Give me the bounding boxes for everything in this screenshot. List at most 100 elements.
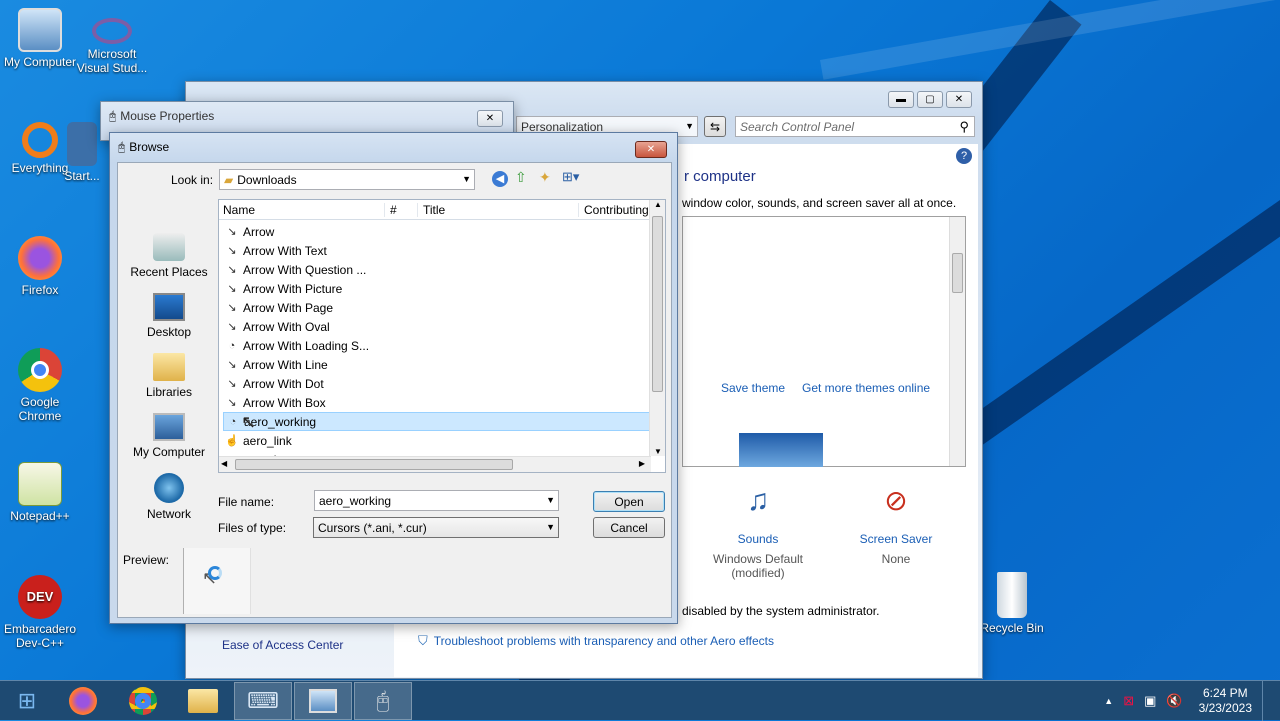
place-my-computer[interactable]: My Computer <box>120 413 218 459</box>
desktop-icon-dev-cpp[interactable]: DEV Embarcadero Dev-C++ <box>0 575 80 650</box>
file-type-select[interactable]: Cursors (*.ani, *.cur) ▼ <box>313 517 559 538</box>
help-icon[interactable]: ? <box>956 148 972 164</box>
desktop-icon-label: Embarcadero Dev-C++ <box>3 622 77 650</box>
desktop-icon-label: Notepad++ <box>10 509 70 523</box>
refresh-button[interactable]: ⇆ <box>704 116 726 137</box>
file-name-input[interactable]: aero_working ▼ <box>314 490 559 511</box>
taskbar-explorer[interactable] <box>174 682 232 720</box>
file-list-item[interactable]: ↘ Arrow With Page <box>223 298 653 317</box>
spinner-icon <box>208 566 222 580</box>
file-list-item[interactable]: ↘ Arrow <box>223 222 653 241</box>
vertical-scrollbar[interactable]: ▲ ▼ <box>649 200 665 456</box>
screensaver-value: None <box>881 552 911 566</box>
new-folder-icon[interactable]: ✦ <box>539 169 551 186</box>
chevron-down-icon: ▼ <box>546 495 555 505</box>
place-network[interactable]: Network <box>120 473 218 521</box>
chrome-icon <box>129 686 157 715</box>
sounds-item[interactable]: ♫ Sounds Windows Default (modified) <box>710 484 806 580</box>
taskbar-control-panel[interactable] <box>294 681 352 720</box>
desktop-icon-recycle-bin[interactable]: Recycle Bin <box>972 572 1052 635</box>
column-contributing[interactable]: Contributing <box>578 203 649 217</box>
taskbar-firefox[interactable] <box>54 682 112 720</box>
file-list-item[interactable]: ◔ aero_working <box>223 412 653 431</box>
cursor-file-icon: ↘ <box>227 264 237 276</box>
file-name: Arrow With Line <box>243 357 328 372</box>
minimize-button[interactable]: ▬ <box>888 91 914 108</box>
theme-thumbnail[interactable] <box>739 433 823 467</box>
desktop-icon-notepad-plus-plus[interactable]: Notepad++ <box>0 462 80 523</box>
troubleshoot-link[interactable]: ⛉ Troubleshoot problems with transparenc… <box>418 633 774 649</box>
horizontal-scrollbar[interactable]: ◀ ▶ <box>219 456 651 472</box>
taskbar-chrome[interactable] <box>114 682 172 720</box>
up-folder-icon[interactable]: ⇧ <box>515 169 527 186</box>
maximize-button[interactable]: ▢ <box>917 91 943 108</box>
desktop-icon-visual-studio[interactable]: Microsoft Visual Stud... <box>72 8 152 75</box>
notepad-plus-plus-icon <box>18 462 62 506</box>
close-button[interactable]: ✕ <box>477 110 503 127</box>
column-title[interactable]: Title <box>417 203 577 217</box>
action-center-icon[interactable]: ▣ <box>1144 693 1156 709</box>
file-name: Arrow With Box <box>243 395 326 410</box>
mouse-icon: 🖰 <box>109 108 117 123</box>
sidebar-item-ease-of-access[interactable]: Ease of Access Center <box>222 638 343 652</box>
file-name: Arrow With Text <box>243 243 327 258</box>
file-list-item[interactable]: ↘ Arrow With Dot <box>223 374 653 393</box>
window-controls: ▬ ▢ ✕ <box>885 91 972 108</box>
desktop-icon-start[interactable]: Start... <box>60 122 104 183</box>
file-list-item[interactable]: ↘ Arrow With Picture <box>223 279 653 298</box>
clock[interactable]: 6:24 PM 3/23/2023 <box>1199 686 1252 716</box>
back-icon[interactable]: ◀ <box>492 171 508 187</box>
cursor-file-icon: ↘ <box>227 302 237 314</box>
desktop-icon-chrome[interactable]: Google Chrome <box>0 348 80 423</box>
file-list-item[interactable]: ↘ Arrow With Box <box>223 393 653 412</box>
screensaver-item[interactable]: ⊘ Screen Saver None <box>848 484 944 566</box>
file-list-item[interactable]: ↘ Arrow With Line <box>223 355 653 374</box>
file-name: Arrow With Page <box>243 300 334 315</box>
search-placeholder: Search Control Panel <box>740 119 855 134</box>
taskbar-keyboard[interactable]: ⌨ <box>234 681 292 720</box>
disabled-note: disabled by the system administrator. <box>682 604 880 618</box>
show-desktop-button[interactable] <box>1262 681 1270 721</box>
mouse-pointer: ↖ <box>241 412 257 432</box>
mouse-icon: 🖰 <box>376 687 390 713</box>
scrollbar[interactable] <box>949 217 965 466</box>
file-list-item[interactable]: ↘ Arrow With Question ... <box>223 260 653 279</box>
file-list-item[interactable]: ↘ Arrow With Oval <box>223 317 653 336</box>
save-theme-link[interactable]: Save theme <box>721 381 785 395</box>
dev-cpp-icon: DEV <box>18 575 62 619</box>
search-input[interactable]: Search Control Panel ⚲ <box>735 116 975 137</box>
desktop-icon-firefox[interactable]: Firefox <box>0 236 80 297</box>
file-list-item[interactable]: ↘ Arrow With Text <box>223 241 653 260</box>
taskbar: ⊞ ⌨ 🖰 ▲ ⊠ ▣ 🔇 6:24 PM 3/23/2023 <box>0 680 1280 721</box>
more-themes-link[interactable]: Get more themes online <box>802 381 930 395</box>
cancel-button[interactable]: Cancel <box>593 517 665 538</box>
volume-muted-icon[interactable]: 🔇 <box>1166 693 1182 709</box>
close-button[interactable]: ✕ <box>635 141 667 158</box>
file-name: Arrow With Dot <box>243 376 324 391</box>
firefox-icon <box>69 686 97 715</box>
view-menu-icon[interactable]: ⊞▾ <box>562 169 579 185</box>
file-rows: ↘ Arrow ↘ Arrow With Text ↘ Arrow With Questi… <box>219 222 653 467</box>
file-list-item[interactable]: ◔ Arrow With Loading S... <box>223 336 653 355</box>
monitor-icon <box>18 8 62 52</box>
chevron-down-icon: ▼ <box>462 174 471 184</box>
cursor-file-icon: ↘ <box>227 245 237 257</box>
dialog-body: Look in: ▰ Downloads ▼ ◀ ⇧ ✦ ⊞▾ Recent P… <box>117 162 672 618</box>
themes-list: Save theme Get more themes online <box>682 216 966 467</box>
taskbar-mouse[interactable]: 🖰 <box>354 681 412 720</box>
look-in-combo[interactable]: ▰ Downloads ▼ <box>219 169 475 190</box>
close-button[interactable]: ✕ <box>946 91 972 108</box>
show-hidden-icons-icon[interactable]: ▲ <box>1104 696 1113 706</box>
file-list-item[interactable]: ☝ aero_link <box>223 431 653 450</box>
desktop-icon-my-computer[interactable]: My Computer <box>0 8 80 69</box>
open-button[interactable]: Open <box>593 491 665 512</box>
place-recent-places[interactable]: Recent Places <box>120 233 218 279</box>
place-desktop[interactable]: Desktop <box>120 293 218 339</box>
music-notes-icon: ♫ <box>746 484 770 517</box>
place-libraries[interactable]: Libraries <box>120 353 218 399</box>
start-button[interactable]: ⊞ <box>2 682 52 720</box>
cursor-file-icon: ↘ <box>227 397 237 409</box>
column-name[interactable]: Name <box>223 203 255 217</box>
network-status-icon[interactable]: ⊠ <box>1123 693 1134 709</box>
chevron-down-icon: ▼ <box>546 522 555 532</box>
